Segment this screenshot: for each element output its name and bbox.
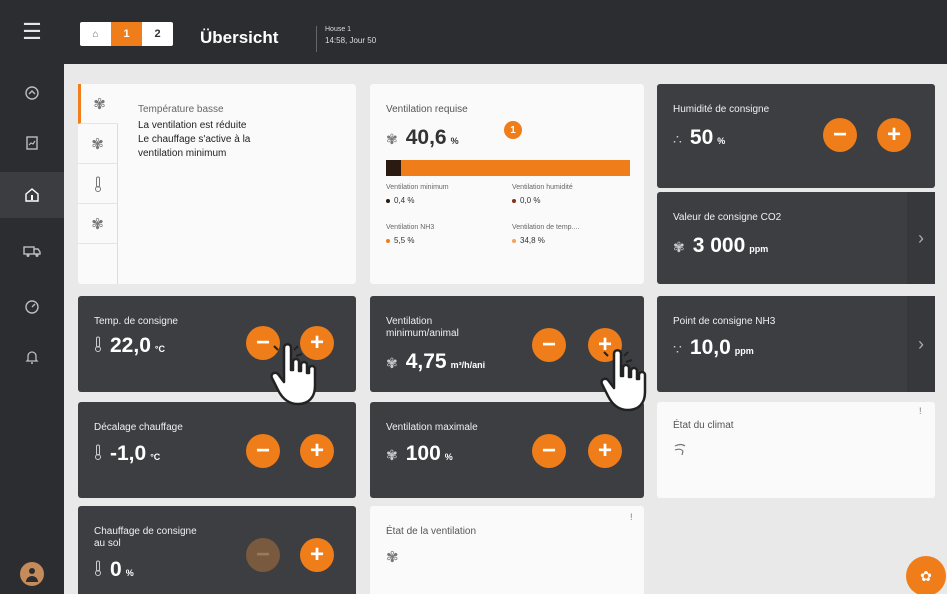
fan-icon: ✾ <box>386 131 398 147</box>
floor-heating-label-1: Chauffage de consigne <box>94 526 197 537</box>
alarm-line-1: La ventilation est réduite <box>138 120 247 131</box>
nh3-label: Point de consigne NH3 <box>673 316 776 327</box>
co2-label: Valeur de consigne CO2 <box>673 212 782 223</box>
hamburger-menu-icon[interactable]: ☰ <box>0 0 64 64</box>
heating-offset-minus-button[interactable]: − <box>246 434 280 468</box>
tab-house-2[interactable]: 2 <box>142 22 173 46</box>
humidity-setpoint-card: Humidité de consigne ∴ 50% − + <box>657 84 935 188</box>
nh3-value: ∵ 10,0 ppm <box>673 336 754 359</box>
gauge-icon[interactable] <box>0 284 64 330</box>
vent-min-label: Ventilation minimum <box>386 184 449 191</box>
temp-label: Temp. de consigne <box>94 316 178 327</box>
alarm-tab-fan-2-icon[interactable]: ✾ <box>78 124 118 164</box>
heating-offset-card: Décalage chauffage -1,0 °C − + <box>78 402 356 498</box>
floor-heating-value: 0% <box>94 558 134 582</box>
tab-house-overview[interactable]: ⌂ <box>80 22 111 46</box>
notification-badge: 1 <box>504 121 522 139</box>
nh3-setpoint-card[interactable]: Point de consigne NH3 ∵ 10,0 ppm › <box>657 296 935 392</box>
thermometer-icon <box>94 444 102 463</box>
alarm-line-2: Le chauffage s'active à la <box>138 134 251 145</box>
thermometer-icon <box>94 336 102 355</box>
alarm-tab-empty <box>78 244 118 284</box>
top-bar: ☰ ⌂ 1 2 Übersicht House 1 14:58, Jour 50 <box>0 0 947 64</box>
hand-pointer-icon <box>600 349 647 412</box>
nh3-icon: ∵ <box>673 341 682 357</box>
vent-min-minus-button[interactable]: − <box>532 328 566 362</box>
vent-temp-label: Ventilation de temp.... <box>512 224 580 231</box>
vent-max-plus-button[interactable]: + <box>588 434 622 468</box>
dashboard-icon[interactable] <box>0 70 64 116</box>
heating-offset-plus-button[interactable]: + <box>300 434 334 468</box>
sidebar <box>0 64 64 594</box>
vent-nh3-label: Ventilation NH3 <box>386 224 435 231</box>
ventilation-max-card: Ventilation maximale ✾ 100% − + <box>370 402 644 498</box>
house-time: 14:58, Jour 50 <box>325 36 377 45</box>
alarm-card: ✾ ✾ ✾ Température basse La ventilation e… <box>78 84 356 284</box>
report-icon[interactable] <box>0 120 64 166</box>
heating-offset-label: Décalage chauffage <box>94 422 183 433</box>
floor-heating-minus-button[interactable]: − <box>246 538 280 572</box>
truck-icon[interactable] <box>0 228 64 274</box>
vent-min-value: ✾ 4,75 m³/h/ani <box>386 350 486 373</box>
climate-state-card[interactable]: État du climat ! <box>657 402 935 498</box>
vent-temp-value: 34,8 % <box>512 236 545 245</box>
co2-setpoint-card[interactable]: Valeur de consigne CO2 ✾ 3 000 ppm › <box>657 192 935 284</box>
co2-value: ✾ 3 000 ppm <box>673 234 769 257</box>
ventilation-bar <box>386 160 630 176</box>
alarm-title: Température basse <box>138 104 224 115</box>
house-name: House 1 <box>325 26 352 33</box>
vent-max-value: ✾ 100% <box>386 442 453 465</box>
vent-min-value: 0,4 % <box>386 196 414 205</box>
chevron-right-icon[interactable]: › <box>907 192 935 284</box>
climate-state-label: État du climat <box>673 420 734 431</box>
co2-icon: ✾ <box>673 239 685 255</box>
thermometer-icon <box>94 560 102 579</box>
humidity-value: ∴ 50% <box>673 126 726 149</box>
heating-offset-value: -1,0 °C <box>94 442 160 466</box>
humidity-icon: ∴ <box>673 131 682 147</box>
ventilation-required-label: Ventilation requise <box>386 104 468 115</box>
vent-max-label: Ventilation maximale <box>386 422 478 433</box>
house-climate-icon[interactable] <box>0 172 64 218</box>
ventilation-state-label: État de la ventilation <box>386 526 477 537</box>
humidity-label: Humidité de consigne <box>673 104 770 115</box>
floor-heating-plus-button[interactable]: + <box>300 538 334 572</box>
vent-min-label-2: minimum/animal <box>386 328 459 339</box>
hand-pointer-icon <box>270 343 317 406</box>
ventilation-state-info-icon: ! <box>630 512 633 522</box>
alarm-tab-thermometer-icon[interactable] <box>78 164 118 204</box>
user-avatar[interactable] <box>20 562 44 586</box>
alarm-tab-fan-icon[interactable]: ✾ <box>78 84 118 124</box>
ventilation-required-card[interactable]: Ventilation requise ✾ 40,6% 1 Ventilatio… <box>370 84 644 284</box>
page-title: Übersicht <box>200 28 279 47</box>
alarm-tabs: ✾ ✾ ✾ <box>78 84 118 284</box>
vent-humidity-value: 0,0 % <box>512 196 540 205</box>
house-tabs: ⌂ 1 2 <box>80 22 173 46</box>
ventilation-bar-fill <box>386 160 401 176</box>
ventilation-required-value: ✾ 40,6% <box>386 126 459 149</box>
vent-min-label-1: Ventilation <box>386 316 433 327</box>
bell-icon[interactable] <box>0 334 64 380</box>
alarm-tab-fan-3-icon[interactable]: ✾ <box>78 204 118 244</box>
settings-fab-icon[interactable]: ✿ <box>906 556 946 594</box>
vent-humidity-label: Ventilation humidité <box>512 184 573 191</box>
humidity-plus-button[interactable]: + <box>877 118 911 152</box>
fan-icon: ✾ <box>386 447 398 463</box>
house-info: House 1 14:58, Jour 50 <box>316 26 376 52</box>
chevron-right-icon[interactable]: › <box>907 296 935 392</box>
tab-house-1[interactable]: 1 <box>111 22 142 46</box>
temp-value: 22,0 °C <box>94 334 165 358</box>
vent-nh3-value: 5,5 % <box>386 236 414 245</box>
humidity-minus-button[interactable]: − <box>823 118 857 152</box>
vent-max-minus-button[interactable]: − <box>532 434 566 468</box>
ventilation-state-card[interactable]: État de la ventilation ! ✾ <box>370 506 644 594</box>
fan-icon: ✾ <box>386 355 398 371</box>
floor-heating-card: Chauffage de consigne au sol 0% − + <box>78 506 356 594</box>
climate-wind-icon <box>673 442 689 461</box>
floor-heating-label-2: au sol <box>94 538 121 549</box>
climate-state-info-icon: ! <box>919 406 922 416</box>
alarm-line-3: ventilation minimum <box>138 148 227 159</box>
fan-icon: ✾ <box>386 549 399 566</box>
